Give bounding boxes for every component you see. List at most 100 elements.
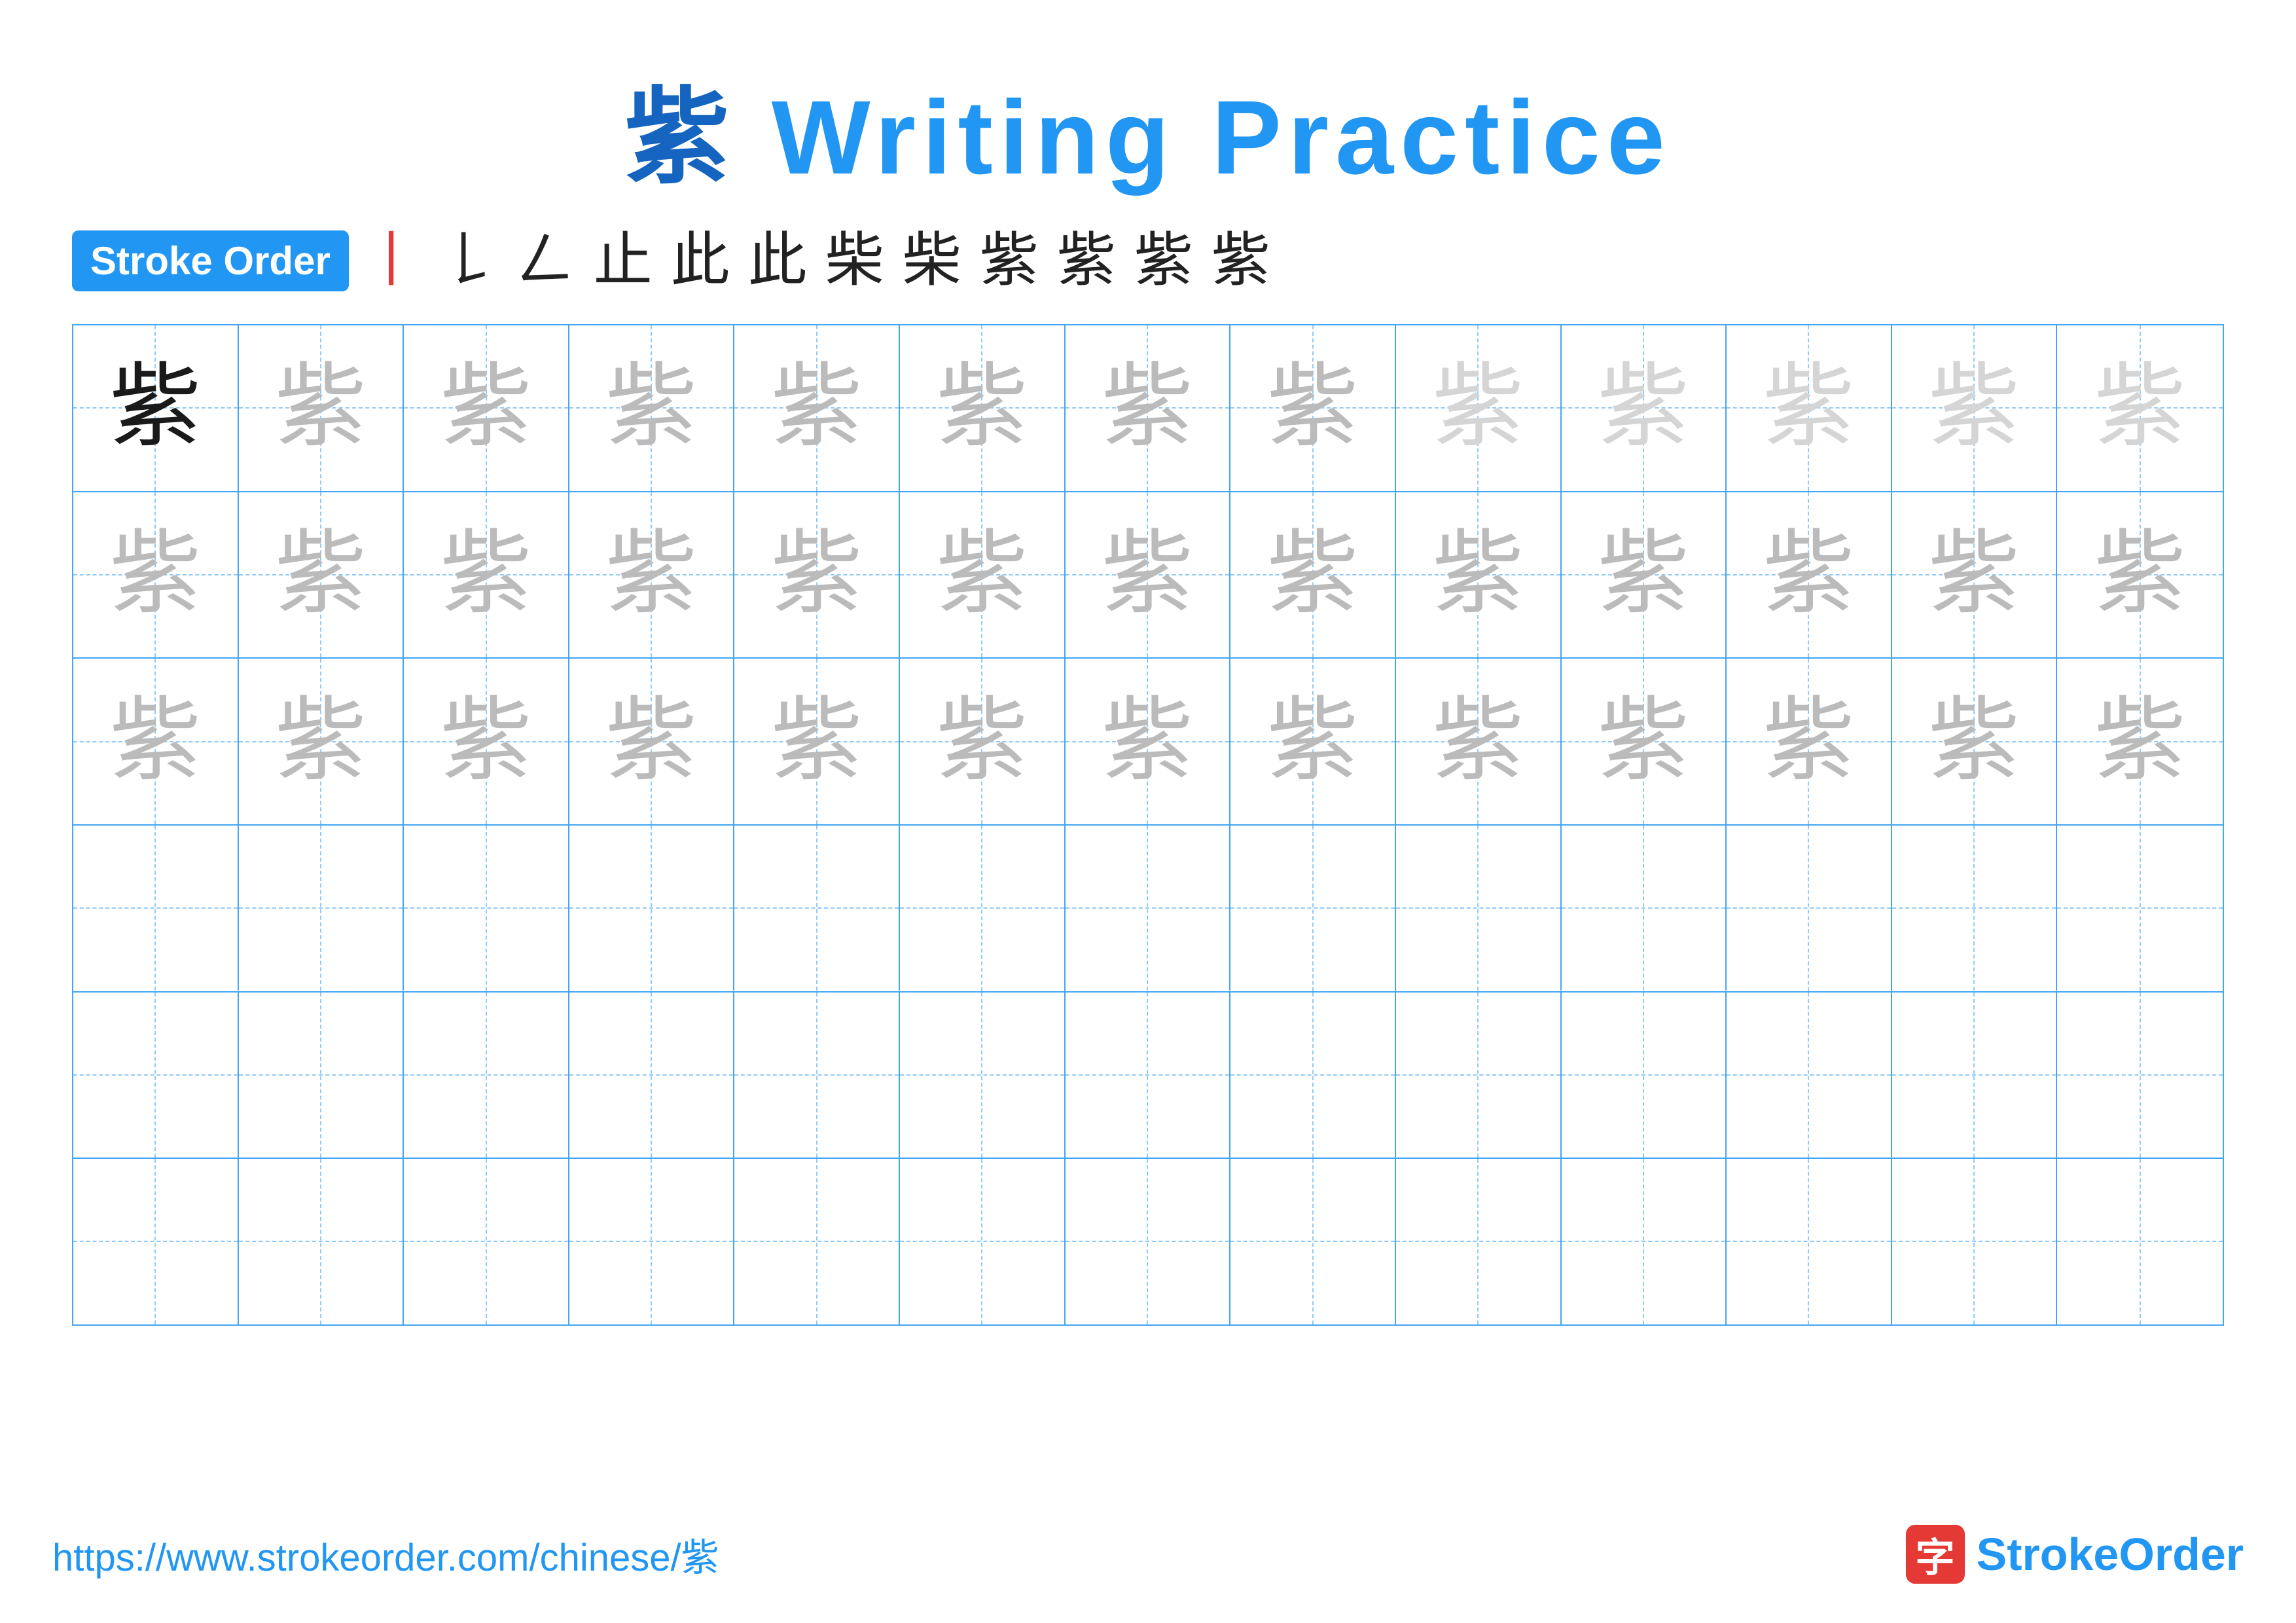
- grid-cell[interactable]: 紫: [73, 325, 239, 491]
- grid-row-4[interactable]: 紫紫紫紫紫紫紫紫紫紫紫紫紫: [73, 993, 2223, 1159]
- grid-cell[interactable]: 紫: [239, 325, 404, 491]
- grid-cell[interactable]: 紫: [404, 826, 569, 991]
- grid-cell[interactable]: 紫: [900, 492, 1066, 658]
- stroke-11: 紫: [1134, 232, 1193, 291]
- grid-cell[interactable]: 紫: [900, 325, 1066, 491]
- grid-cell[interactable]: 紫: [1727, 492, 1892, 658]
- grid-cell[interactable]: 紫: [404, 659, 569, 824]
- grid-cell[interactable]: 紫: [569, 993, 735, 1158]
- grid-cell[interactable]: 紫: [1892, 659, 2058, 824]
- grid-cell[interactable]: 紫: [1230, 325, 1396, 491]
- grid-cell[interactable]: 紫: [1562, 826, 1727, 991]
- grid-cell[interactable]: 紫: [569, 1159, 735, 1324]
- grid-cell[interactable]: 紫: [1396, 826, 1562, 991]
- stroke-3: 𠃋: [516, 232, 575, 291]
- cell-character: 紫: [936, 362, 1028, 454]
- page: 紫 Writing Practice Stroke Order 丨 𠄌 𠃋 止 …: [0, 0, 2296, 1623]
- grid-cell[interactable]: 紫: [2057, 826, 2223, 991]
- grid-cell[interactable]: 紫: [1727, 659, 1892, 824]
- grid-cell[interactable]: 紫: [73, 826, 239, 991]
- stroke-9: 紫: [980, 232, 1039, 291]
- grid-cell[interactable]: 紫: [2057, 325, 2223, 491]
- grid-cell[interactable]: 紫: [2057, 659, 2223, 824]
- grid-cell[interactable]: 紫: [900, 1159, 1066, 1324]
- grid-cell[interactable]: 紫: [1892, 826, 2058, 991]
- grid-cell[interactable]: 紫: [1396, 993, 1562, 1158]
- grid-cell[interactable]: 紫: [404, 1159, 569, 1324]
- grid-cell[interactable]: 紫: [734, 659, 900, 824]
- grid-cell[interactable]: 紫: [1396, 325, 1562, 491]
- stroke-chars: 丨 𠄌 𠃋 止 此 此 柴 柴 紫 紫 紫 紫: [362, 232, 1270, 291]
- grid-cell[interactable]: 紫: [1727, 826, 1892, 991]
- grid-cell[interactable]: 紫: [1727, 1159, 1892, 1324]
- cell-character: 紫: [1598, 529, 1689, 621]
- grid-cell[interactable]: 紫: [569, 325, 735, 491]
- grid-row-0[interactable]: 紫紫紫紫紫紫紫紫紫紫紫紫紫: [73, 325, 2223, 492]
- grid-cell[interactable]: 紫: [1230, 1159, 1396, 1324]
- grid-cell[interactable]: 紫: [404, 325, 569, 491]
- grid-cell[interactable]: 紫: [734, 1159, 900, 1324]
- grid-cell[interactable]: 紫: [1892, 1159, 2058, 1324]
- grid-cell[interactable]: 紫: [73, 492, 239, 658]
- grid-cell[interactable]: 紫: [1562, 1159, 1727, 1324]
- grid-cell[interactable]: 紫: [239, 492, 404, 658]
- grid-cell[interactable]: 紫: [569, 826, 735, 991]
- grid-row-3[interactable]: 紫紫紫紫紫紫紫紫紫紫紫紫紫: [73, 826, 2223, 993]
- grid-cell[interactable]: 紫: [1066, 826, 1231, 991]
- grid-cell[interactable]: 紫: [900, 659, 1066, 824]
- grid-cell[interactable]: 紫: [1727, 325, 1892, 491]
- grid-row-1[interactable]: 紫紫紫紫紫紫紫紫紫紫紫紫紫: [73, 492, 2223, 659]
- cell-character: 紫: [1928, 362, 2020, 454]
- grid-cell[interactable]: 紫: [239, 826, 404, 991]
- grid-cell[interactable]: 紫: [73, 993, 239, 1158]
- cell-character: 紫: [109, 362, 201, 454]
- grid-cell[interactable]: 紫: [239, 993, 404, 1158]
- grid-cell[interactable]: 紫: [1396, 1159, 1562, 1324]
- grid-cell[interactable]: 紫: [1230, 993, 1396, 1158]
- grid-cell[interactable]: 紫: [1562, 993, 1727, 1158]
- stroke-order-badge: Stroke Order: [72, 230, 349, 291]
- grid-cell[interactable]: 紫: [73, 659, 239, 824]
- grid-cell[interactable]: 紫: [569, 492, 735, 658]
- cell-character: 紫: [771, 529, 863, 621]
- grid-cell[interactable]: 紫: [569, 659, 735, 824]
- title-chinese: 紫: [624, 79, 736, 196]
- grid-cell[interactable]: 紫: [1396, 659, 1562, 824]
- grid-cell[interactable]: 紫: [1892, 492, 2058, 658]
- grid-cell[interactable]: 紫: [239, 659, 404, 824]
- grid-cell[interactable]: 紫: [1892, 993, 2058, 1158]
- cell-character: 紫: [1432, 696, 1524, 788]
- grid-cell[interactable]: 紫: [1230, 659, 1396, 824]
- grid-cell[interactable]: 紫: [900, 826, 1066, 991]
- grid-cell[interactable]: 紫: [1066, 325, 1231, 491]
- grid-cell[interactable]: 紫: [2057, 492, 2223, 658]
- grid-cell[interactable]: 紫: [1066, 492, 1231, 658]
- grid-cell[interactable]: 紫: [1230, 492, 1396, 658]
- grid-cell[interactable]: 紫: [404, 492, 569, 658]
- title-text: Writing Practice: [736, 79, 1672, 196]
- grid-cell[interactable]: 紫: [2057, 993, 2223, 1158]
- grid-cell[interactable]: 紫: [1066, 1159, 1231, 1324]
- grid-cell[interactable]: 紫: [239, 1159, 404, 1324]
- grid-cell[interactable]: 紫: [1396, 492, 1562, 658]
- grid-cell[interactable]: 紫: [1562, 325, 1727, 491]
- grid-cell[interactable]: 紫: [73, 1159, 239, 1324]
- grid-cell[interactable]: 紫: [734, 492, 900, 658]
- grid-cell[interactable]: 紫: [734, 826, 900, 991]
- grid-row-2[interactable]: 紫紫紫紫紫紫紫紫紫紫紫紫紫: [73, 659, 2223, 826]
- grid-cell[interactable]: 紫: [1892, 325, 2058, 491]
- grid-cell[interactable]: 紫: [734, 325, 900, 491]
- grid-cell[interactable]: 紫: [1066, 993, 1231, 1158]
- grid-cell[interactable]: 紫: [1066, 659, 1231, 824]
- footer-url[interactable]: https://www.strokeorder.com/chinese/紫: [52, 1527, 719, 1582]
- grid-cell[interactable]: 紫: [404, 993, 569, 1158]
- grid-row-5[interactable]: 紫紫紫紫紫紫紫紫紫紫紫紫紫: [73, 1159, 2223, 1324]
- grid-cell[interactable]: 紫: [1230, 826, 1396, 991]
- cell-character: 紫: [1432, 362, 1524, 454]
- grid-cell[interactable]: 紫: [2057, 1159, 2223, 1324]
- grid-cell[interactable]: 紫: [1562, 659, 1727, 824]
- grid-cell[interactable]: 紫: [900, 993, 1066, 1158]
- grid-cell[interactable]: 紫: [1562, 492, 1727, 658]
- grid-cell[interactable]: 紫: [1727, 993, 1892, 1158]
- grid-cell[interactable]: 紫: [734, 993, 900, 1158]
